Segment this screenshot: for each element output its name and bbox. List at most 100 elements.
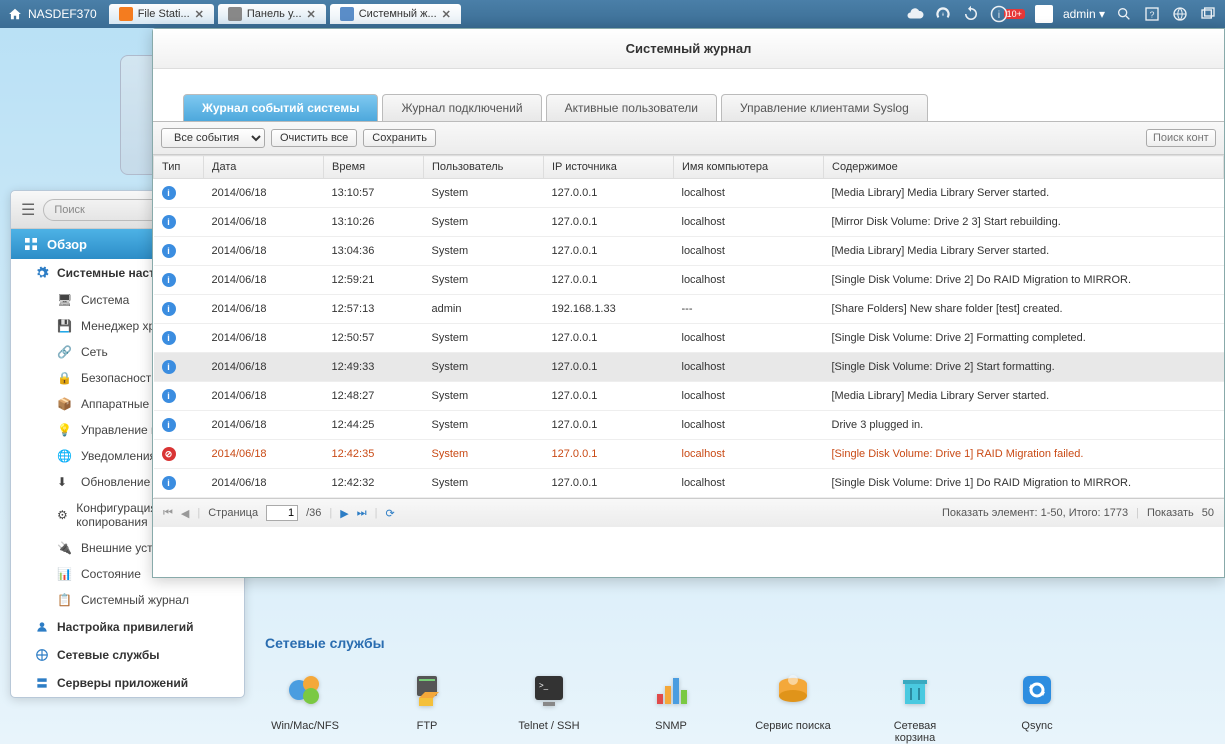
window-tab[interactable]: Панель у...✕ bbox=[218, 4, 326, 24]
table-row[interactable]: i 2014/06/18 13:04:36 System 127.0.0.1 l… bbox=[154, 237, 1224, 266]
sidebar-sub-item[interactable]: 📋Системный журнал bbox=[11, 587, 244, 613]
priv-label: Настройка привилегий bbox=[57, 620, 194, 634]
column-header[interactable]: Имя компьютера bbox=[674, 156, 824, 179]
column-header[interactable]: Тип bbox=[154, 156, 204, 179]
home-icon bbox=[8, 7, 22, 21]
service-item[interactable]: Qsync bbox=[997, 666, 1077, 744]
save-button[interactable]: Сохранить bbox=[363, 129, 436, 147]
cell-ip: 127.0.0.1 bbox=[544, 469, 674, 498]
cell-host: localhost bbox=[674, 382, 824, 411]
log-tab[interactable]: Управление клиентами Syslog bbox=[721, 94, 928, 121]
user-menu[interactable]: admin ▾ bbox=[1063, 7, 1105, 21]
table-row[interactable]: i 2014/06/18 12:57:13 admin 192.168.1.33… bbox=[154, 295, 1224, 324]
item-label: Системный журнал bbox=[81, 593, 189, 607]
help-icon[interactable]: ? bbox=[1143, 5, 1161, 23]
close-icon[interactable]: ✕ bbox=[442, 8, 451, 21]
cell-date: 2014/06/18 bbox=[204, 266, 324, 295]
service-item[interactable]: Win/Mac/NFS bbox=[265, 666, 345, 744]
service-label: Qsync bbox=[997, 720, 1077, 732]
service-item[interactable]: >_Telnet / SSH bbox=[509, 666, 589, 744]
page-input[interactable] bbox=[266, 505, 298, 521]
menu-icon[interactable]: ☰ bbox=[21, 200, 35, 220]
per-page-value[interactable]: 50 bbox=[1202, 507, 1214, 519]
service-item[interactable]: Сетевая корзина bbox=[875, 666, 955, 744]
search-icon[interactable] bbox=[1115, 5, 1133, 23]
cell-ip: 127.0.0.1 bbox=[544, 237, 674, 266]
log-tab[interactable]: Активные пользователи bbox=[546, 94, 717, 121]
table-row[interactable]: i 2014/06/18 12:42:32 System 127.0.0.1 l… bbox=[154, 469, 1224, 498]
cell-ip: 192.168.1.33 bbox=[544, 295, 674, 324]
service-icon bbox=[403, 666, 451, 714]
cell-host: localhost bbox=[674, 237, 824, 266]
service-item[interactable]: FTP bbox=[387, 666, 467, 744]
user-avatar-icon[interactable] bbox=[1035, 5, 1053, 23]
refresh-button[interactable]: ⟳ bbox=[385, 507, 394, 520]
sidebar-item-network-services[interactable]: Сетевые службы bbox=[11, 641, 244, 669]
log-toolbar: Все события Очистить все Сохранить bbox=[153, 122, 1224, 155]
table-row[interactable]: i 2014/06/18 12:49:33 System 127.0.0.1 l… bbox=[154, 353, 1224, 382]
tab-label: File Stati... bbox=[138, 8, 190, 20]
content-search-input[interactable] bbox=[1146, 129, 1216, 147]
cell-date: 2014/06/18 bbox=[204, 440, 324, 469]
service-icon bbox=[281, 666, 329, 714]
cell-date: 2014/06/18 bbox=[204, 411, 324, 440]
sidebar-item-privileges[interactable]: Настройка привилегий bbox=[11, 613, 244, 641]
column-header[interactable]: Дата bbox=[204, 156, 324, 179]
service-icon: >_ bbox=[525, 666, 573, 714]
service-item[interactable]: SNMP bbox=[631, 666, 711, 744]
cell-time: 12:49:33 bbox=[324, 353, 424, 382]
cell-content: Drive 3 plugged in. bbox=[824, 411, 1224, 440]
app-icon bbox=[119, 7, 133, 21]
sidebar-item-app-servers[interactable]: Серверы приложений bbox=[11, 669, 244, 697]
cell-content: [Media Library] Media Library Server sta… bbox=[824, 237, 1224, 266]
service-label: SNMP bbox=[631, 720, 711, 732]
dashboard-icon[interactable] bbox=[934, 5, 952, 23]
next-page-button[interactable]: ▶ bbox=[340, 507, 348, 520]
table-row[interactable]: i 2014/06/18 13:10:57 System 127.0.0.1 l… bbox=[154, 179, 1224, 208]
cell-host: localhost bbox=[674, 266, 824, 295]
window-tab[interactable]: Системный ж...✕ bbox=[330, 4, 461, 24]
service-icon bbox=[891, 666, 939, 714]
table-row[interactable]: i 2014/06/18 12:48:27 System 127.0.0.1 l… bbox=[154, 382, 1224, 411]
page-label: Страница bbox=[208, 507, 258, 519]
cell-content: [Single Disk Volume: Drive 1] Do RAID Mi… bbox=[824, 469, 1224, 498]
cell-time: 12:57:13 bbox=[324, 295, 424, 324]
info-icon[interactable]: i bbox=[990, 5, 1008, 23]
table-row[interactable]: i 2014/06/18 12:59:21 System 127.0.0.1 l… bbox=[154, 266, 1224, 295]
prev-page-button[interactable]: ◀ bbox=[181, 507, 189, 520]
table-row[interactable]: i 2014/06/18 13:10:26 System 127.0.0.1 l… bbox=[154, 208, 1224, 237]
table-header-row: ТипДатаВремяПользовательIP источникаИмя … bbox=[154, 156, 1224, 179]
item-icon: 📦 bbox=[57, 397, 73, 411]
cell-date: 2014/06/18 bbox=[204, 382, 324, 411]
filter-select[interactable]: Все события bbox=[161, 128, 265, 148]
last-page-button[interactable]: ⏭ bbox=[357, 507, 367, 520]
cell-user: System bbox=[424, 469, 544, 498]
services-area: Сетевые службы Win/Mac/NFSFTP>_Telnet / … bbox=[265, 635, 1077, 744]
close-icon[interactable]: ✕ bbox=[195, 8, 204, 21]
service-item[interactable]: Сервис поиска bbox=[753, 666, 833, 744]
cell-user: System bbox=[424, 411, 544, 440]
log-tab[interactable]: Журнал подключений bbox=[382, 94, 541, 121]
column-header[interactable]: IP источника bbox=[544, 156, 674, 179]
first-page-button[interactable]: ⏮ bbox=[163, 507, 173, 520]
refresh-icon[interactable] bbox=[962, 5, 980, 23]
home-link[interactable]: NASDEF370 bbox=[8, 7, 97, 21]
windows-icon[interactable] bbox=[1199, 5, 1217, 23]
service-icon bbox=[769, 666, 817, 714]
cell-host: localhost bbox=[674, 179, 824, 208]
system-log-window: Системный журнал Журнал событий системыЖ… bbox=[152, 28, 1225, 578]
clear-button[interactable]: Очистить все bbox=[271, 129, 357, 147]
table-row[interactable]: i 2014/06/18 12:44:25 System 127.0.0.1 l… bbox=[154, 411, 1224, 440]
column-header[interactable]: Время bbox=[324, 156, 424, 179]
info-icon: i bbox=[162, 389, 176, 403]
window-tab[interactable]: File Stati... ✕ bbox=[109, 4, 214, 24]
column-header[interactable]: Содержимое bbox=[824, 156, 1224, 179]
column-header[interactable]: Пользователь bbox=[424, 156, 544, 179]
close-icon[interactable]: ✕ bbox=[307, 8, 316, 21]
cloud-icon[interactable] bbox=[906, 5, 924, 23]
log-tab[interactable]: Журнал событий системы bbox=[183, 94, 378, 121]
table-row[interactable]: ⊘ 2014/06/18 12:42:35 System 127.0.0.1 l… bbox=[154, 440, 1224, 469]
language-icon[interactable] bbox=[1171, 5, 1189, 23]
table-row[interactable]: i 2014/06/18 12:50:57 System 127.0.0.1 l… bbox=[154, 324, 1224, 353]
item-icon: 💾 bbox=[57, 319, 73, 333]
